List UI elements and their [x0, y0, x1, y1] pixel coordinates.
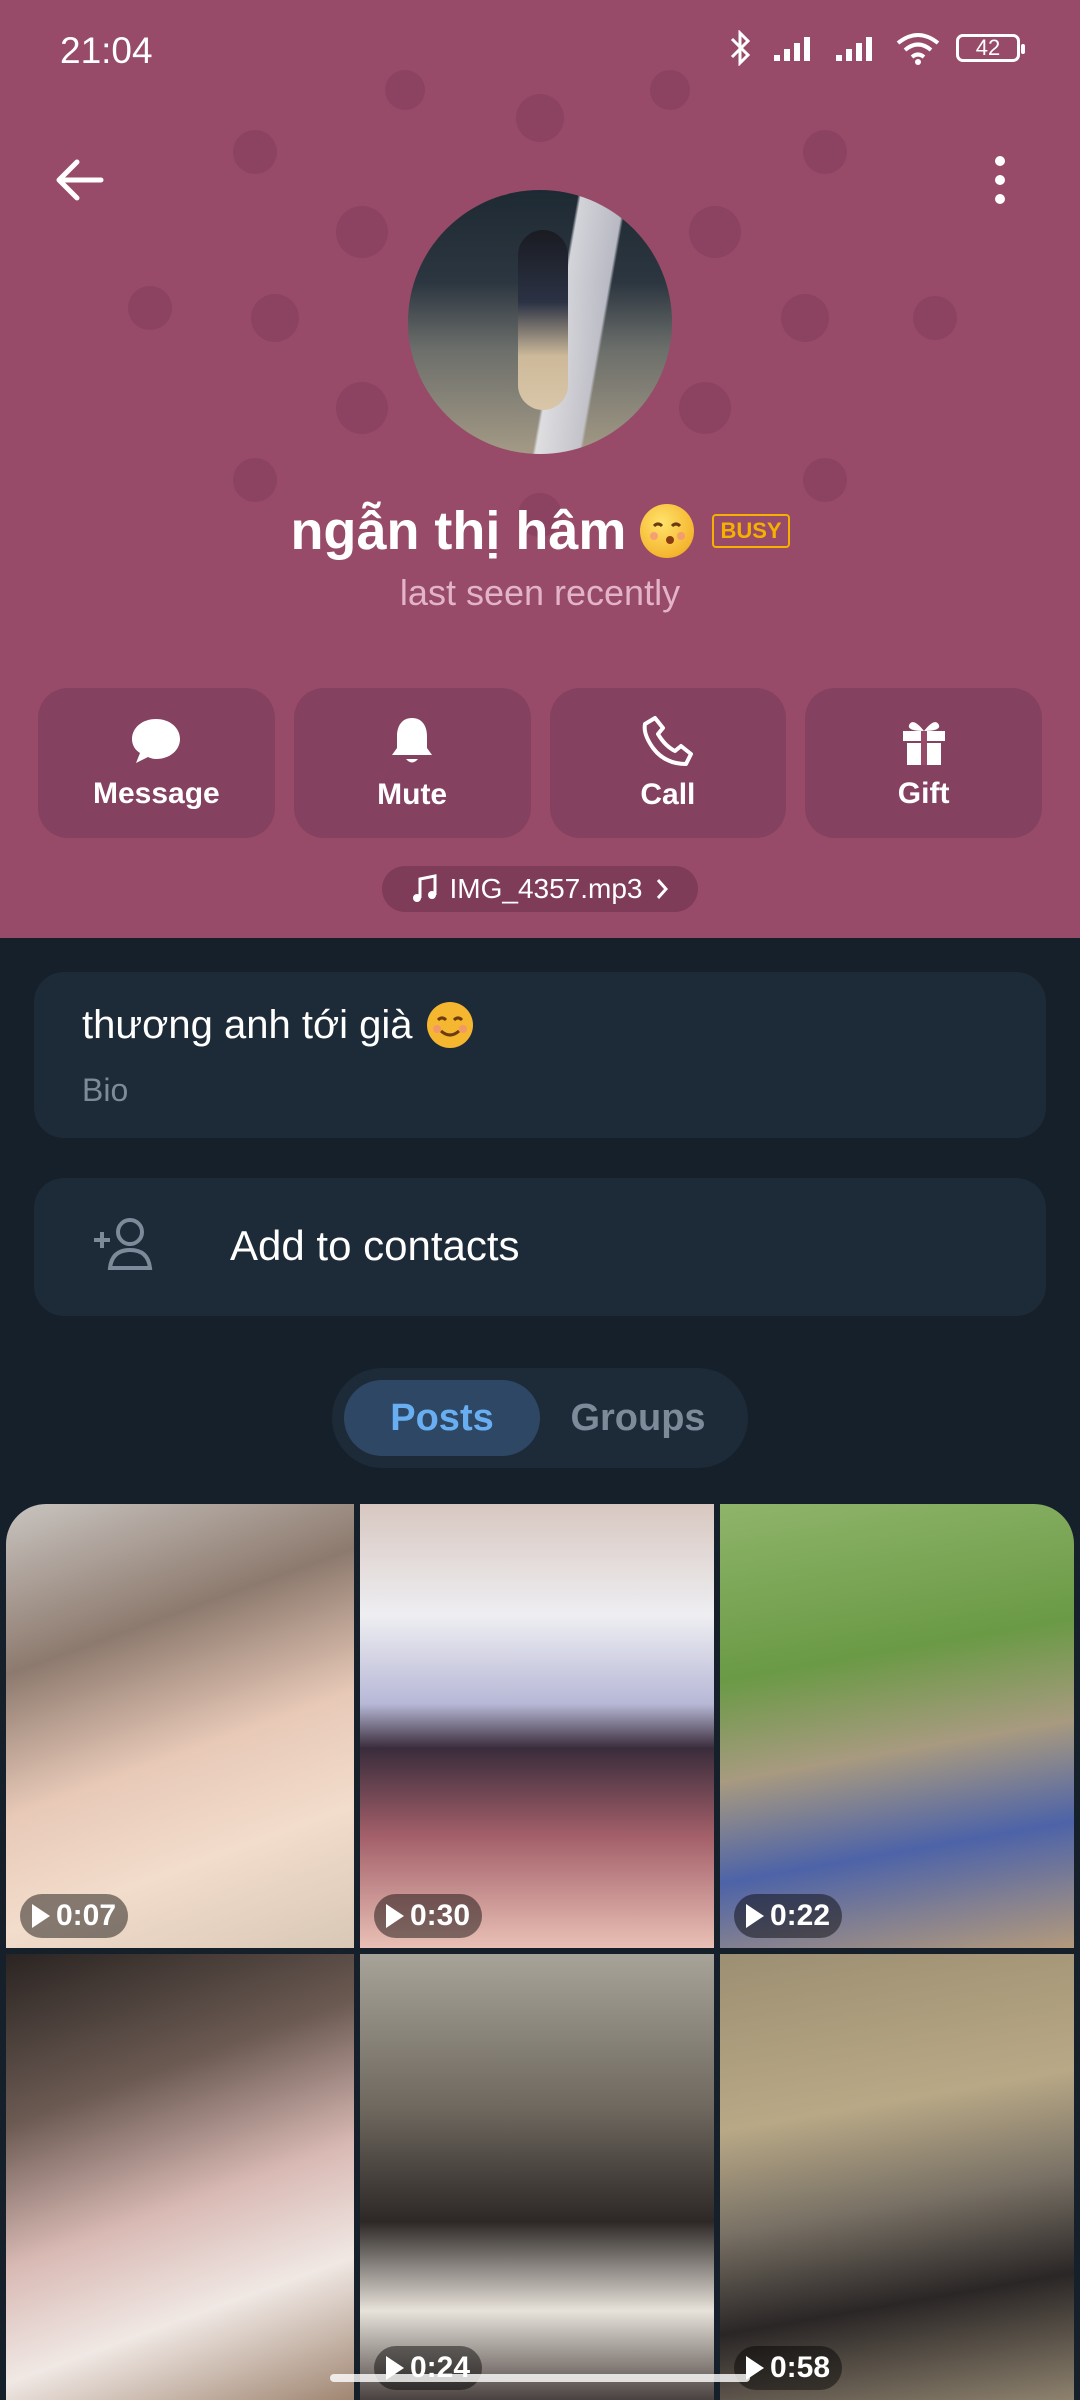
bio-text: thương anh tới già [82, 1002, 413, 1047]
signal-icon-2 [836, 37, 872, 61]
battery-level: 42 [975, 35, 1001, 60]
wifi-icon [896, 33, 940, 65]
action-buttons: Message Mute Call Gift [38, 688, 1042, 838]
tab-posts[interactable]: Posts [344, 1380, 540, 1456]
status-bar: 21:04 42 [0, 0, 1080, 110]
last-seen-text: last seen recently [399, 572, 681, 613]
avatar-figure [518, 230, 568, 410]
duration-text: 0:58 [770, 2351, 831, 2384]
gift-button[interactable]: Gift [805, 688, 1042, 838]
profile-avatar[interactable] [408, 190, 672, 454]
tab-groups[interactable]: Groups [540, 1380, 736, 1456]
add-to-contacts-button[interactable]: Add to contacts [34, 1178, 1046, 1316]
media-grid: 0:07 0:30 0:22 0:24 0:58 [0, 1504, 1080, 2400]
back-arrow-icon [56, 159, 104, 201]
duration-text: 0:30 [410, 1899, 471, 1932]
smiling-face-emoji-icon [426, 1002, 473, 1048]
add-to-contacts-label: Add to contacts [230, 1222, 520, 1269]
duration-badge: 0:24 [374, 2346, 483, 2390]
media-tile[interactable]: 0:22 [720, 1504, 1074, 1948]
status-icons: 42 [726, 30, 1025, 66]
music-label: IMG_4357.mp3 [449, 873, 643, 904]
media-tile[interactable] [6, 1954, 354, 2400]
media-tile[interactable]: 0:07 [6, 1504, 354, 1948]
profile-name: ngẫn thị hâm [290, 501, 627, 561]
play-icon [746, 1904, 764, 1928]
message-button[interactable]: Message [38, 688, 275, 838]
gift-icon [902, 722, 945, 765]
more-vertical-icon [995, 156, 1005, 204]
media-tabs: Posts Groups [332, 1368, 748, 1468]
media-tile[interactable]: 0:58 [720, 1954, 1074, 2400]
music-note-icon [412, 874, 436, 902]
chevron-right-icon [656, 879, 668, 899]
media-tile[interactable]: 0:30 [360, 1504, 714, 1948]
phone-icon [642, 716, 693, 766]
back-button[interactable] [40, 140, 120, 220]
duration-text: 0:07 [56, 1899, 117, 1932]
duration-badge: 0:22 [734, 1894, 843, 1938]
add-person-icon [94, 1218, 153, 1270]
call-button[interactable]: Call [549, 688, 787, 838]
kissing-face-emoji-icon [640, 504, 695, 558]
bio-card[interactable]: thương anh tới già Bio [34, 972, 1046, 1138]
message-label: Message [93, 777, 220, 810]
duration-badge: 0:58 [734, 2346, 843, 2390]
more-options-button[interactable] [960, 140, 1040, 220]
profile-header: 21:04 42 ngẫn thị hâm BUSY last seen rec… [0, 0, 1080, 938]
name-row: ngẫn thị hâm BUSY [0, 500, 1080, 562]
mute-label: Mute [377, 778, 448, 811]
play-icon [386, 1904, 404, 1928]
bio-text-row: thương anh tới già [82, 1000, 475, 1050]
gift-label: Gift [897, 777, 950, 810]
bell-icon [392, 718, 433, 763]
play-icon [32, 1904, 50, 1928]
status-badge: BUSY [712, 514, 790, 548]
call-label: Call [640, 778, 696, 811]
bio-label: Bio [82, 1072, 129, 1108]
home-indicator[interactable] [330, 2374, 750, 2382]
bluetooth-icon [730, 30, 751, 66]
duration-badge: 0:30 [374, 1894, 483, 1938]
status-time: 21:04 [60, 30, 153, 71]
chat-bubble-icon [132, 719, 181, 763]
duration-text: 0:22 [770, 1899, 831, 1932]
media-tile[interactable]: 0:24 [360, 1954, 714, 2400]
profile-music-button[interactable]: IMG_4357.mp3 [382, 866, 698, 912]
signal-icon [774, 37, 810, 61]
duration-badge: 0:07 [20, 1894, 129, 1938]
mute-button[interactable]: Mute [293, 688, 531, 838]
battery-icon: 42 [956, 34, 1025, 62]
